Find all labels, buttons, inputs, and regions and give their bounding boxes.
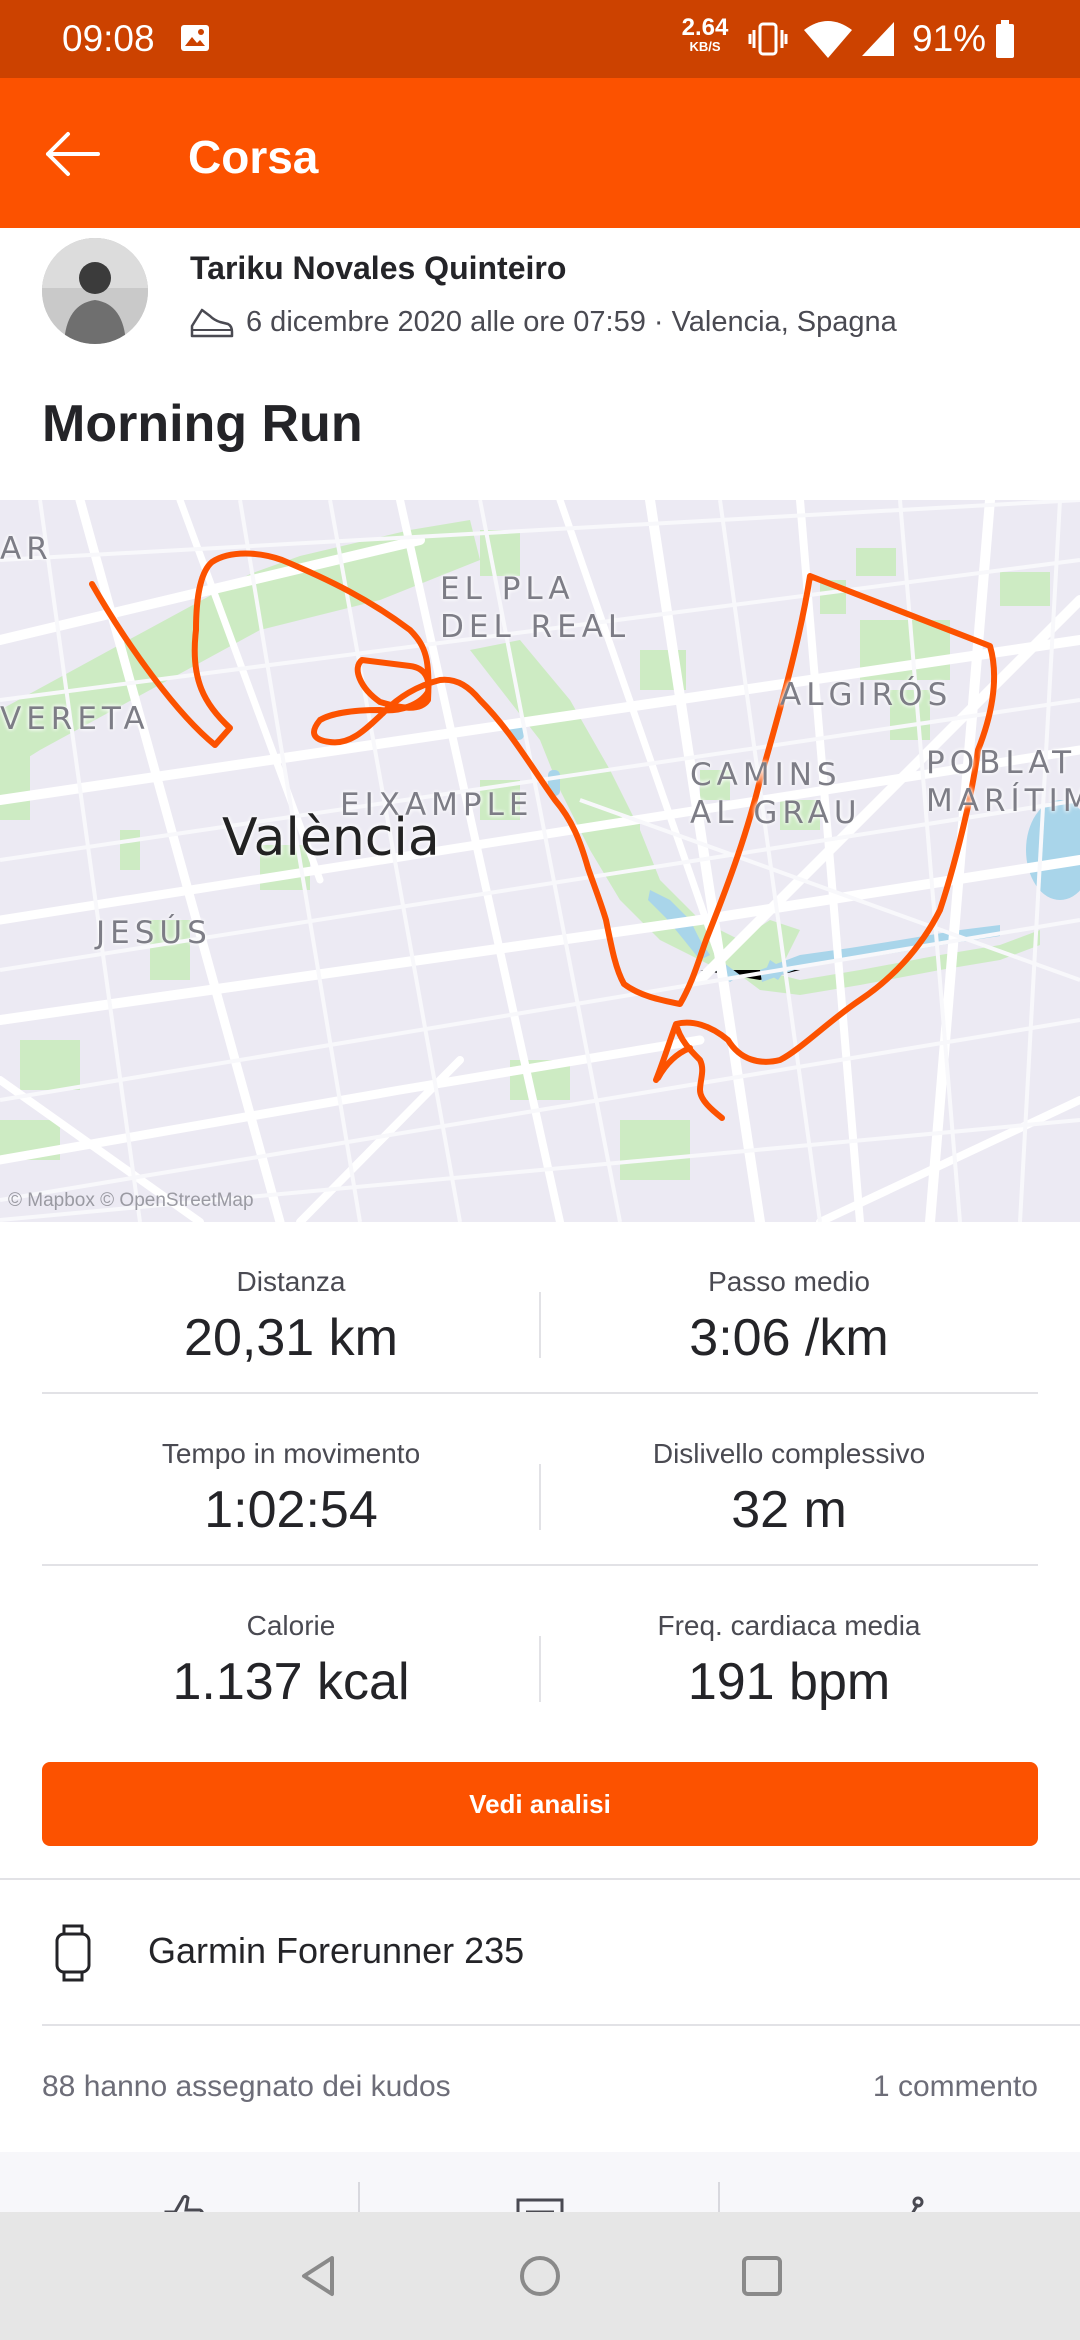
battery-level: 91%: [912, 18, 987, 59]
nav-recents-icon[interactable]: [738, 2252, 786, 2300]
wifi-icon: [804, 21, 852, 58]
stat-heart-rate: Freq. cardiaca media 191 bpm: [540, 1566, 1038, 1712]
activity-title: Morning Run: [42, 395, 363, 453]
stat-value: 1:02:54: [204, 1481, 378, 1539]
stat-value: 20,31 km: [184, 1309, 398, 1367]
stat-calories: Calorie 1.137 kcal: [42, 1566, 540, 1712]
avatar-image: [42, 238, 148, 344]
divider: [42, 2024, 1080, 2026]
back-arrow-icon[interactable]: [40, 122, 104, 186]
stat-label: Distanza: [236, 1266, 346, 1297]
status-bar: 09:08 2.64 KB/S 91%: [0, 0, 1080, 78]
activity-meta: 6 dicembre 2020 alle ore 07:59 · Valenci…: [188, 302, 897, 342]
activity-stats: Distanza 20,31 km Passo medio 3:06 /km T…: [42, 1222, 1038, 1736]
map-label-ar: AR: [0, 531, 53, 567]
map-label-jesus: JESÚS: [96, 915, 212, 951]
action-bar: [0, 2152, 1080, 2212]
action-divider: [358, 2182, 360, 2212]
stat-label: Dislivello complessivo: [652, 1438, 926, 1469]
action-divider: [718, 2182, 720, 2212]
device-name: Garmin Forerunner 235: [148, 1930, 525, 1971]
map-label-algiros: ALGIRÓS: [780, 677, 953, 713]
stats-row: Tempo in movimento 1:02:54 Dislivello co…: [42, 1394, 1038, 1566]
shoe-icon: [190, 308, 234, 338]
map-label-poblat: POBLAT MARÍTIM: [926, 745, 1080, 819]
view-analysis-button[interactable]: Vedi analisi: [42, 1762, 1038, 1846]
map-label-vereta: VERETA: [0, 701, 150, 737]
stats-row: Calorie 1.137 kcal Freq. cardiaca media …: [42, 1566, 1038, 1736]
stat-value: 1.137 kcal: [172, 1653, 410, 1711]
network-speed: 2.64 KB/S: [678, 16, 732, 54]
signal-icon: [862, 22, 894, 56]
activity-date-location: 6 dicembre 2020 alle ore 07:59 · Valenci…: [246, 305, 897, 338]
stat-elevation: Dislivello complessivo 32 m: [540, 1394, 1038, 1540]
map-label-el-pla: EL PLA DEL REAL: [440, 571, 631, 645]
stat-label: Passo medio: [708, 1266, 870, 1297]
app-bar: Corsa: [0, 78, 1080, 228]
device-row[interactable]: Garmin Forerunner 235: [0, 1880, 1080, 2024]
route-map[interactable]: AR EL PLA DEL REAL ALGIRÓS VERETA CAMINS…: [0, 500, 1080, 1222]
battery-icon: [996, 20, 1014, 58]
stats-row: Distanza 20,31 km Passo medio 3:06 /km: [42, 1222, 1038, 1394]
vibrate-icon: [748, 22, 788, 56]
kudos-thumb-icon[interactable]: [160, 2190, 208, 2212]
status-time: 09:08: [62, 18, 155, 59]
map-label-camins: CAMINS AL GRAU: [690, 757, 862, 831]
map-city-label: València: [222, 808, 440, 868]
network-speed-unit: KB/S: [689, 39, 721, 54]
comment-icon[interactable]: [516, 2190, 564, 2212]
image-notification-icon: [181, 25, 209, 51]
stat-label: Tempo in movimento: [161, 1438, 421, 1469]
network-speed-value: 2.64: [681, 14, 729, 41]
system-navigation-bar: [0, 2212, 1080, 2340]
nav-back-icon[interactable]: [296, 2252, 344, 2300]
athlete-name[interactable]: Tariku Novales Quinteiro: [190, 250, 566, 287]
page-title: Corsa: [188, 131, 319, 183]
stat-label: Freq. cardiaca media: [657, 1610, 921, 1641]
stat-distance: Distanza 20,31 km: [42, 1222, 540, 1368]
stat-value: 32 m: [731, 1481, 847, 1539]
nav-home-icon[interactable]: [516, 2252, 564, 2300]
share-icon[interactable]: [876, 2190, 924, 2212]
map-attribution[interactable]: © Mapbox © OpenStreetMap: [8, 1190, 254, 1212]
kudos-count[interactable]: 88 hanno assegnato dei kudos: [42, 2070, 451, 2104]
stat-label: Calorie: [246, 1610, 336, 1641]
stat-pace: Passo medio 3:06 /km: [540, 1222, 1038, 1368]
stat-value: 191 bpm: [687, 1653, 891, 1711]
stat-value: 3:06 /km: [689, 1309, 889, 1367]
athlete-avatar[interactable]: [42, 238, 148, 344]
comment-count[interactable]: 1 commento: [873, 2070, 1038, 2104]
watch-icon: [55, 1924, 91, 1982]
stat-moving-time: Tempo in movimento 1:02:54: [42, 1394, 540, 1540]
